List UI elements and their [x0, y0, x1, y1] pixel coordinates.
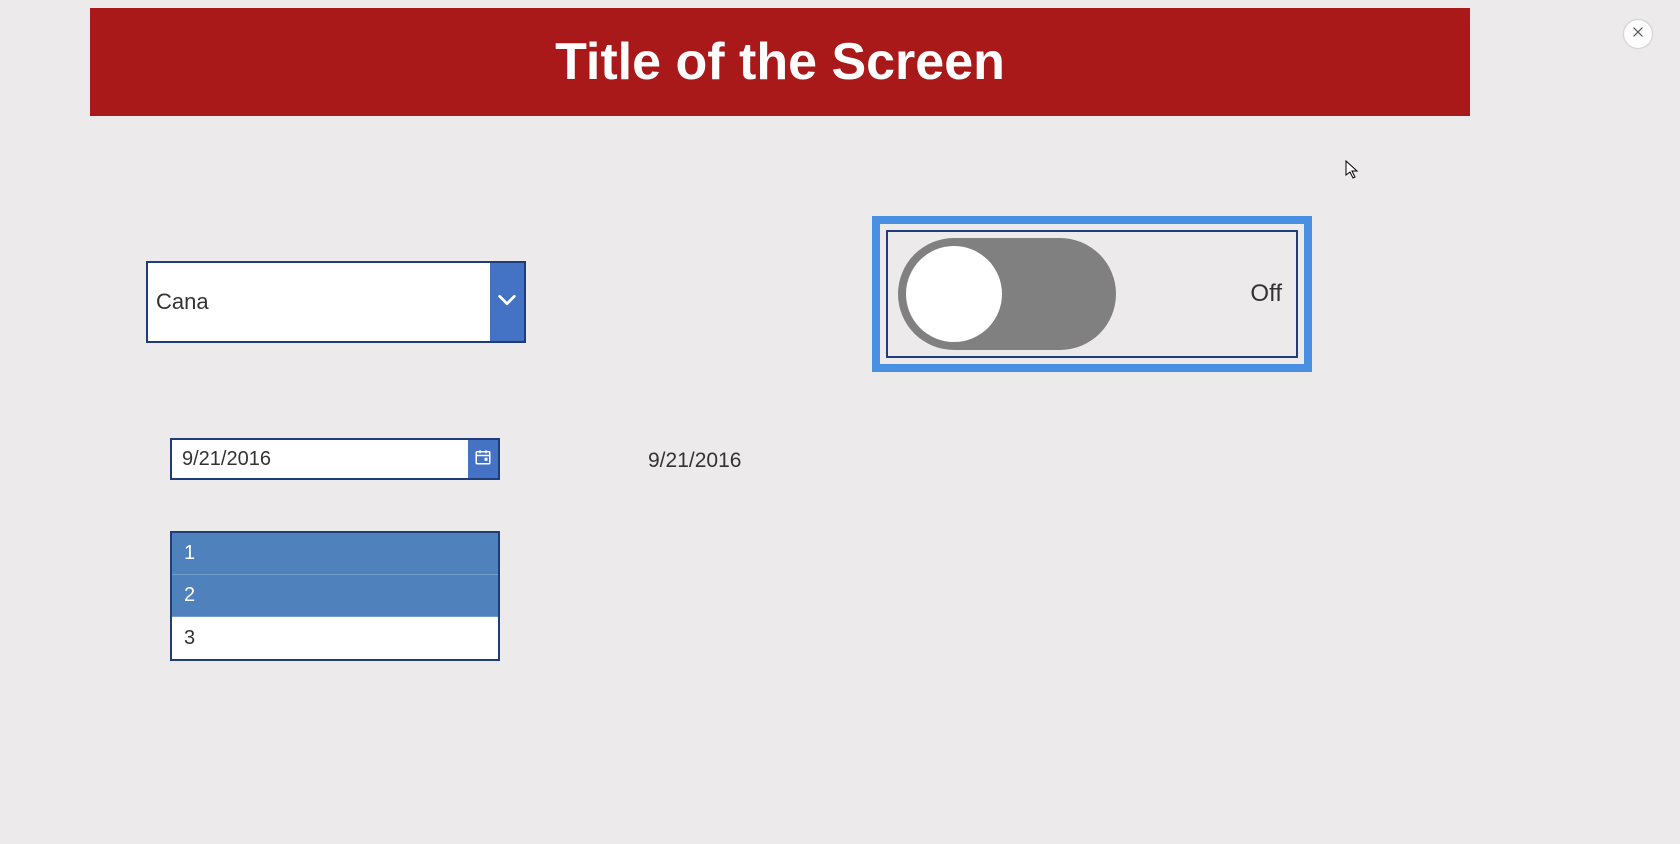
- date-picker-button[interactable]: [468, 440, 498, 478]
- list-item[interactable]: 2: [172, 575, 498, 617]
- calendar-icon: [474, 448, 492, 471]
- close-icon: [1631, 25, 1645, 44]
- close-button[interactable]: [1624, 20, 1652, 48]
- header-bar: Title of the Screen: [90, 8, 1470, 116]
- toggle-track: [898, 238, 1116, 350]
- date-display-label: 9/21/2016: [648, 449, 741, 473]
- toggle-switch-focus-ring: Off: [872, 216, 1312, 372]
- list-box[interactable]: 1 2 3: [170, 531, 500, 661]
- combo-box-value: Cana: [148, 263, 490, 341]
- chevron-down-icon: [496, 289, 518, 316]
- combo-box[interactable]: Cana: [146, 261, 526, 343]
- list-item[interactable]: 1: [172, 533, 498, 575]
- date-picker[interactable]: 9/21/2016: [170, 438, 500, 480]
- toggle-switch[interactable]: Off: [886, 230, 1298, 358]
- toggle-knob: [906, 246, 1002, 342]
- list-item[interactable]: 3: [172, 617, 498, 659]
- date-picker-value: 9/21/2016: [172, 440, 468, 478]
- page-title: Title of the Screen: [555, 32, 1005, 92]
- toggle-state-label: Off: [1250, 280, 1282, 308]
- combo-box-dropdown-button[interactable]: [490, 263, 524, 341]
- app-window: Title of the Screen Cana 9/21/2016: [90, 8, 1470, 788]
